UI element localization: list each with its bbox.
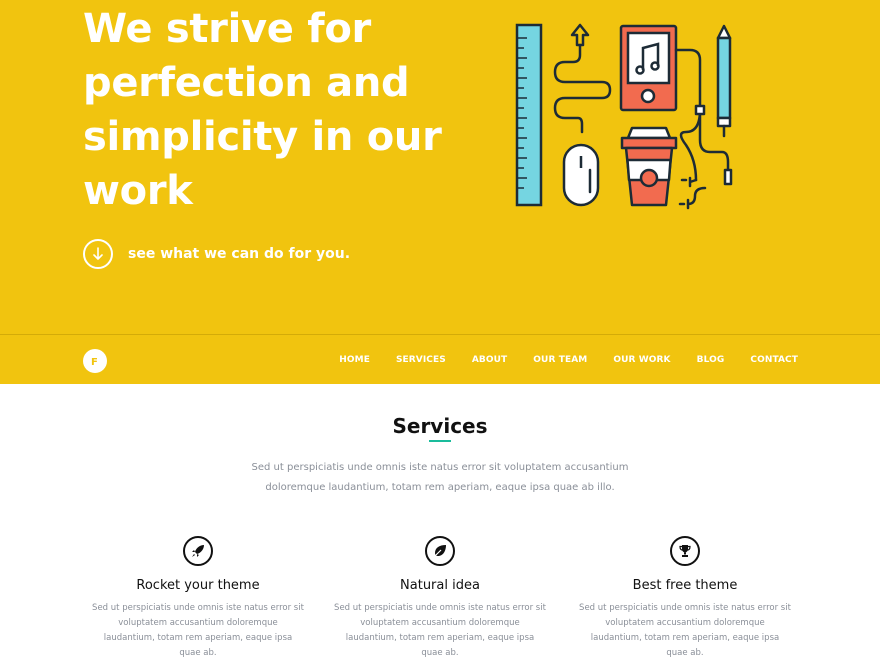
trophy-icon: [670, 536, 700, 566]
services-title: Services: [392, 414, 488, 438]
nav-item-our-team[interactable]: OUR TEAM: [533, 355, 587, 365]
feature-title: Natural idea: [400, 578, 480, 593]
hero-illustration: [515, 23, 733, 210]
site-logo[interactable]: F: [83, 349, 107, 373]
mouse-icon: [562, 143, 600, 207]
feature-trophy: Best free theme Sed ut perspiciatis unde…: [565, 536, 805, 661]
feature-title: Best free theme: [632, 578, 738, 593]
arrow-down-icon[interactable]: [83, 239, 113, 269]
nav-item-our-work[interactable]: OUR WORK: [613, 355, 670, 365]
feature-description: Sed ut perspiciatis unde omnis iste natu…: [579, 603, 791, 658]
hero-cta[interactable]: see what we can do for you.: [83, 239, 350, 269]
ruler-icon: [515, 23, 543, 207]
nav-item-services[interactable]: SERVICES: [396, 355, 446, 365]
pencil-icon: [716, 24, 732, 138]
nav-item-blog[interactable]: BLOG: [697, 355, 725, 365]
nav-item-home[interactable]: HOME: [339, 355, 370, 365]
hero-section: We strive for perfection and simplicity …: [0, 0, 880, 334]
services-description: Sed ut perspiciatis unde omnis iste natu…: [251, 462, 629, 493]
logo-letter: F: [91, 357, 98, 368]
leaf-icon: [425, 536, 455, 566]
feature-title: Rocket your theme: [136, 578, 260, 593]
music-player-icon: [619, 24, 678, 112]
nav-item-about[interactable]: ABOUT: [472, 355, 507, 365]
rocket-icon: [183, 536, 213, 566]
feature-rocket: Rocket your theme Sed ut perspiciatis un…: [78, 536, 318, 661]
usb-cable-icon: [553, 23, 612, 134]
coffee-cup-icon: [620, 126, 678, 207]
hero-cta-label[interactable]: see what we can do for you.: [128, 246, 350, 262]
main-navbar: F HOME SERVICES ABOUT OUR TEAM OUR WORK …: [0, 334, 880, 384]
feature-description: Sed ut perspiciatis unde omnis iste natu…: [334, 603, 546, 658]
hero-title: We strive for perfection and simplicity …: [83, 6, 442, 214]
services-title-underline: [429, 440, 451, 442]
feature-description: Sed ut perspiciatis unde omnis iste natu…: [92, 603, 304, 658]
nav-item-contact[interactable]: CONTACT: [750, 355, 798, 365]
feature-leaf: Natural idea Sed ut perspiciatis unde om…: [320, 536, 560, 661]
nav-menu: HOME SERVICES ABOUT OUR TEAM OUR WORK BL…: [313, 335, 798, 385]
